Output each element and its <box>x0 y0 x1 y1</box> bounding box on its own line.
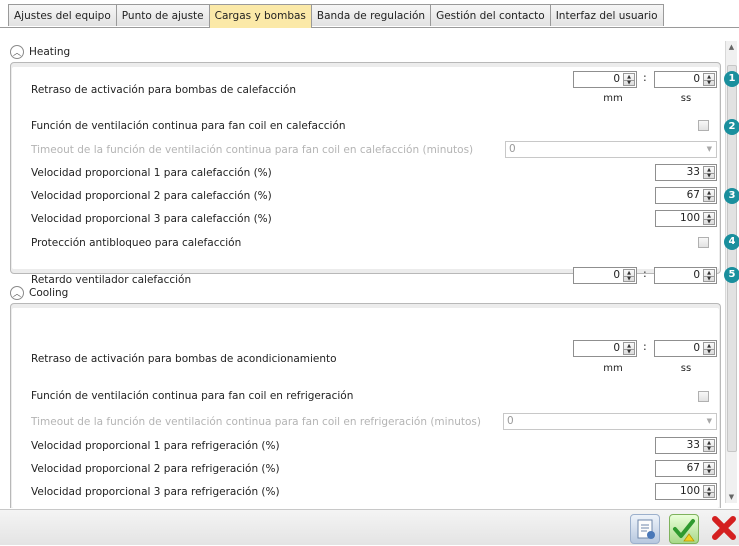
heating-speed1-label: Velocidad proporcional 1 para calefacció… <box>31 167 272 179</box>
cooling-activation-delay-mm-spinner[interactable]: 0 ▲ ▼ <box>573 340 637 357</box>
heating-activation-delay-ss-value: 0 <box>693 73 700 85</box>
time-separator: : <box>643 340 647 353</box>
tab-interfaz-usuario[interactable]: Interfaz del usuario <box>549 4 664 26</box>
callout-badge-1: 1 <box>724 71 739 87</box>
heating-activation-delay-label: Retraso de activación para bombas de cal… <box>31 84 296 96</box>
heating-speed1-value: 33 <box>686 166 700 178</box>
heating-antiblock-checkbox[interactable] <box>698 237 709 248</box>
spin-down-icon[interactable]: ▼ <box>704 173 714 179</box>
heating-continuous-fan-checkbox[interactable] <box>698 120 709 131</box>
heating-fan-delay-mm-value: 0 <box>613 269 620 281</box>
chevron-down-icon: ▼ <box>706 145 712 153</box>
cooling-timeout-label: Timeout de la función de ventilación con… <box>31 416 481 428</box>
heating-speed3-spinner[interactable]: 100 ▲ ▼ <box>655 210 717 227</box>
cooling-speed3-value: 100 <box>679 485 700 497</box>
cooling-timeout-select[interactable]: 0 ▼ <box>503 413 717 430</box>
scroll-down-icon[interactable]: ▼ <box>726 491 737 503</box>
heating-speed2-spinner[interactable]: 67 ▲ ▼ <box>655 187 717 204</box>
scroll-up-icon[interactable]: ▲ <box>726 41 737 53</box>
cooling-activation-delay-ss-spinner[interactable]: 0 ▲ ▼ <box>654 340 717 357</box>
heating-timeout-value: 0 <box>509 143 516 155</box>
heating-activation-delay-mm-value: 0 <box>613 73 620 85</box>
cooling-activation-delay-ss-value: 0 <box>693 342 700 354</box>
spin-down-icon[interactable]: ▼ <box>704 219 714 225</box>
cooling-speed2-value: 67 <box>686 462 700 474</box>
seconds-unit-label: ss <box>680 363 692 374</box>
cooling-title: Cooling <box>29 287 69 299</box>
check-icon <box>673 519 695 542</box>
chevron-down-icon: ▼ <box>706 417 712 425</box>
seconds-unit-label: ss <box>680 93 692 104</box>
tab-punto-ajuste[interactable]: Punto de ajuste <box>115 4 210 26</box>
cooling-speed2-label: Velocidad proporcional 2 para refrigerac… <box>31 463 280 475</box>
minutes-unit-label: mm <box>603 363 623 374</box>
tab-cargas-bombas[interactable]: Cargas y bombas <box>208 4 312 28</box>
cooling-speed1-value: 33 <box>686 439 700 451</box>
heating-antiblock-label: Protección antibloqueo para calefacción <box>31 237 242 249</box>
heating-fan-delay-ss-spinner[interactable]: 0 ▲ ▼ <box>654 267 717 284</box>
spin-down-icon[interactable]: ▼ <box>704 276 714 282</box>
cancel-button[interactable] <box>707 514 739 542</box>
callout-badge-3: 3 <box>724 188 739 204</box>
heating-timeout-select[interactable]: 0 ▼ <box>505 141 717 158</box>
tab-banda-regulacion[interactable]: Banda de regulación <box>310 4 432 26</box>
heating-speed3-label: Velocidad proporcional 3 para calefacció… <box>31 213 272 225</box>
spin-down-icon[interactable]: ▼ <box>704 196 714 202</box>
tab-ajustes-equipo[interactable]: Ajustes del equipo <box>8 4 117 26</box>
heating-activation-delay-mm-spinner[interactable]: 0 ▲ ▼ <box>573 71 637 88</box>
cooling-timeout-value: 0 <box>507 415 514 427</box>
confirm-button[interactable] <box>669 514 699 544</box>
chevron-up-icon[interactable]: ︿ <box>10 45 24 59</box>
heating-fan-delay-mm-spinner[interactable]: 0 ▲ ▼ <box>573 267 637 284</box>
cooling-continuous-fan-checkbox[interactable] <box>698 391 709 402</box>
heating-continuous-fan-label: Función de ventilación continua para fan… <box>31 120 346 132</box>
time-separator: : <box>643 71 647 84</box>
spin-down-icon[interactable]: ▼ <box>624 80 634 86</box>
tab-bar: Ajustes del equipo Punto de ajuste Carga… <box>8 4 664 28</box>
callout-badge-2: 2 <box>724 119 739 135</box>
heating-timeout-label: Timeout de la función de ventilación con… <box>31 144 474 156</box>
heating-section-header[interactable]: ︿ Heating <box>10 43 70 61</box>
heating-speed2-value: 67 <box>686 189 700 201</box>
spin-down-icon[interactable]: ▼ <box>624 276 634 282</box>
spin-down-icon[interactable]: ▼ <box>704 349 714 355</box>
spin-down-icon[interactable]: ▼ <box>704 80 714 86</box>
time-separator: : <box>643 267 647 280</box>
cooling-speed1-spinner[interactable]: 33 ▲ ▼ <box>655 437 717 454</box>
heating-title: Heating <box>29 46 71 58</box>
spin-down-icon[interactable]: ▼ <box>704 446 714 452</box>
heating-fan-delay-ss-value: 0 <box>693 269 700 281</box>
cooling-speed2-spinner[interactable]: 67 ▲ ▼ <box>655 460 717 477</box>
report-icon <box>637 519 655 539</box>
report-button[interactable] <box>630 514 660 544</box>
cooling-speed3-spinner[interactable]: 100 ▲ ▼ <box>655 483 717 500</box>
cooling-continuous-fan-label: Función de ventilación continua para fan… <box>31 390 354 402</box>
cooling-speed3-label: Velocidad proporcional 3 para refrigerac… <box>31 486 280 498</box>
spin-down-icon[interactable]: ▼ <box>704 492 714 498</box>
heating-speed2-label: Velocidad proporcional 2 para calefacció… <box>31 190 272 202</box>
cooling-speed1-label: Velocidad proporcional 1 para refrigerac… <box>31 440 280 452</box>
minutes-unit-label: mm <box>603 93 623 104</box>
cooling-section-header[interactable]: ︿ Cooling <box>10 284 68 302</box>
tab-gestion-contacto[interactable]: Gestión del contacto <box>430 4 551 26</box>
callout-badge-5: 5 <box>724 267 739 283</box>
cooling-activation-delay-mm-value: 0 <box>613 342 620 354</box>
close-icon <box>712 516 736 540</box>
cooling-panel <box>10 303 721 508</box>
heating-speed3-value: 100 <box>679 212 700 224</box>
heating-activation-delay-ss-spinner[interactable]: 0 ▲ ▼ <box>654 71 717 88</box>
spin-down-icon[interactable]: ▼ <box>624 349 634 355</box>
heating-speed1-spinner[interactable]: 33 ▲ ▼ <box>655 164 717 181</box>
dialog-footer <box>0 509 739 545</box>
spin-down-icon[interactable]: ▼ <box>704 469 714 475</box>
callout-badge-4: 4 <box>724 234 739 250</box>
cooling-activation-delay-label: Retraso de activación para bombas de aco… <box>31 353 337 365</box>
chevron-up-icon[interactable]: ︿ <box>10 286 24 300</box>
